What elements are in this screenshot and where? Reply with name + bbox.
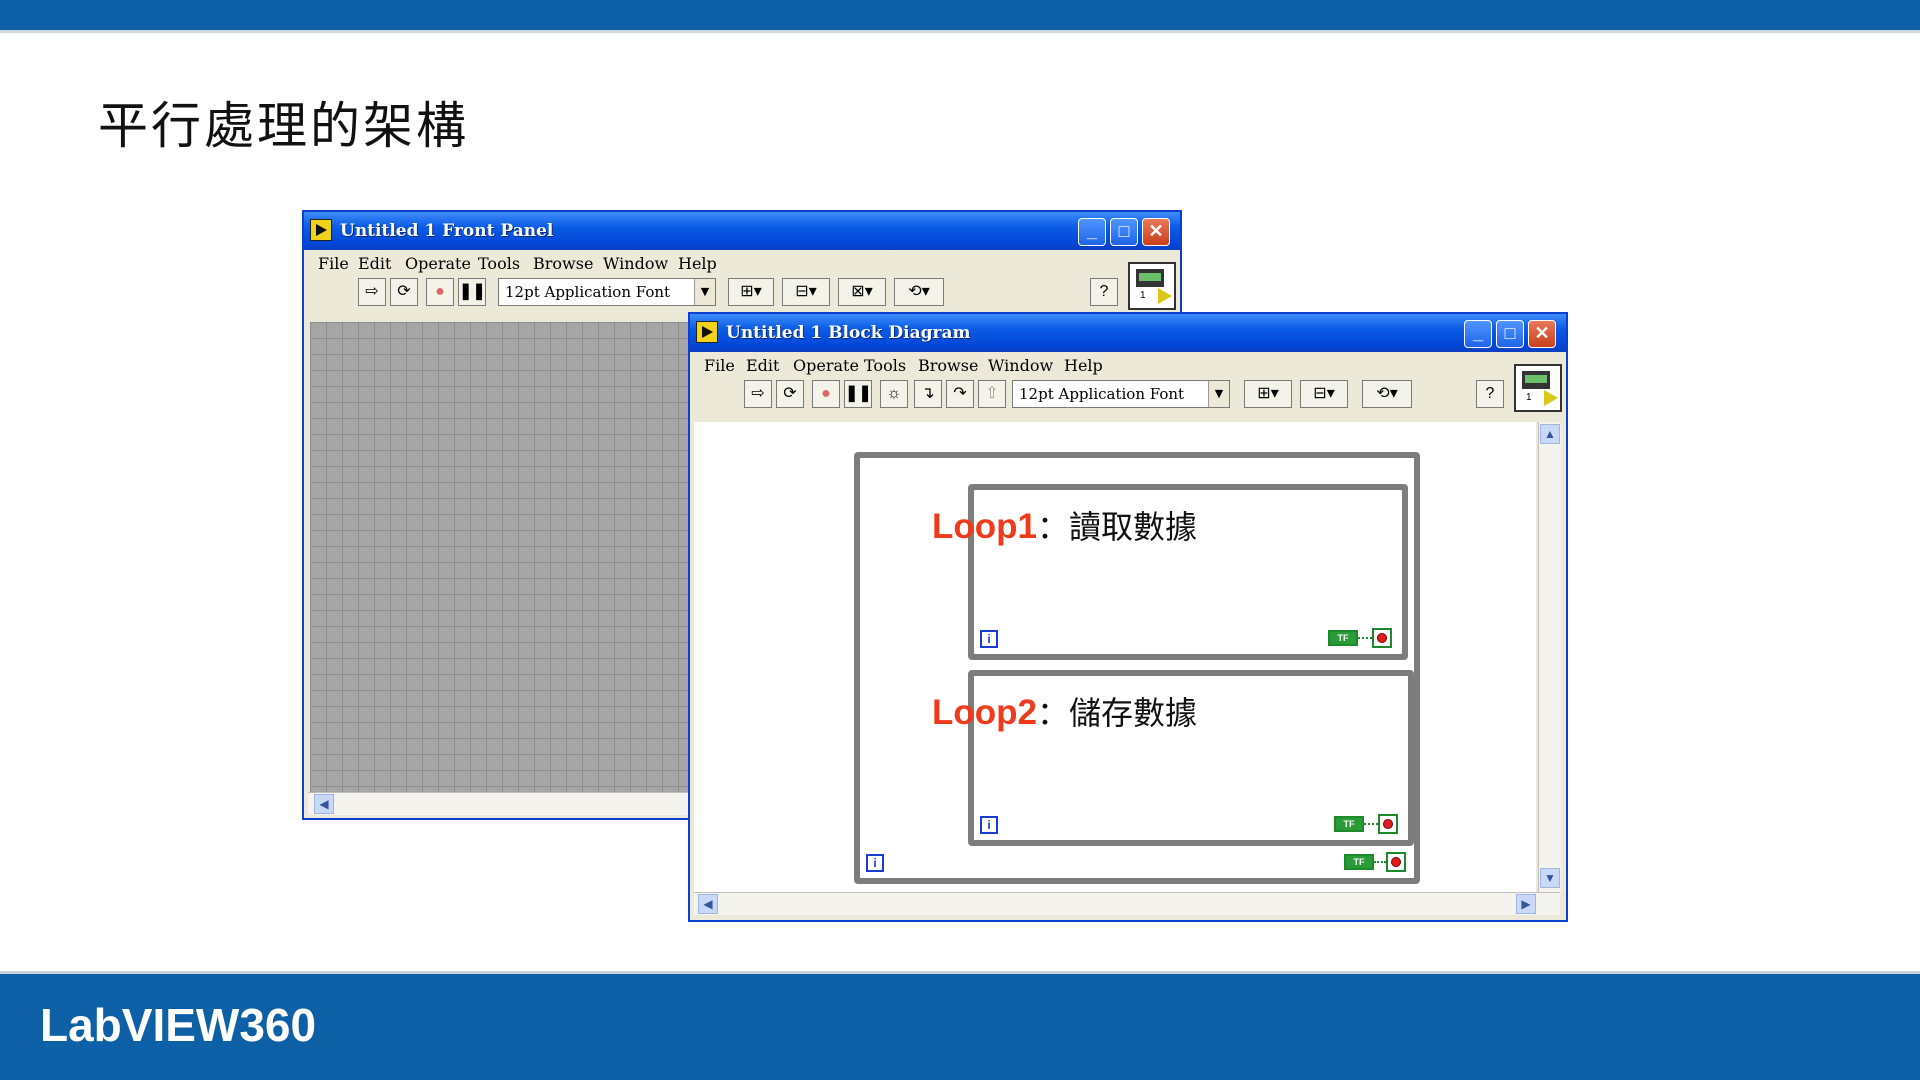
abort-icon[interactable]: ● [812, 380, 840, 408]
loop1-stop-wire [1358, 637, 1372, 639]
vi-icon[interactable]: 1 [1128, 262, 1176, 310]
help-icon[interactable]: ? [1476, 380, 1504, 408]
vi-icon-number: 1 [1526, 392, 1532, 403]
maximize-icon[interactable]: □ [1110, 218, 1138, 246]
loop1-label: Loop1：讀取數據 [932, 502, 1197, 548]
block-diagram-canvas[interactable]: i TF i TF Loop1：讀取數據 i TF Loop2：儲存數據 [694, 422, 1536, 892]
step-into-icon[interactable]: ↴ [914, 380, 942, 408]
font-selector-value: 12pt Application Font [505, 283, 671, 301]
menu-window[interactable]: Window [603, 254, 668, 273]
distribute-icon[interactable]: ⊟▾ [782, 278, 830, 306]
menu-file[interactable]: File [704, 356, 735, 375]
menu-operate[interactable]: Operate [405, 254, 471, 273]
loop1-iteration-terminal: i [980, 630, 998, 648]
slide-title: 平行處理的架構 [98, 97, 469, 155]
step-out-icon[interactable]: ⇧ [978, 380, 1006, 408]
loop2-stop-wire [1364, 823, 1378, 825]
menu-browse[interactable]: Browse [918, 356, 978, 375]
loop2-desc: ：儲存數據 [1036, 694, 1197, 732]
menu-edit[interactable]: Edit [746, 356, 779, 375]
loop1-desc: ：讀取數據 [1036, 508, 1197, 546]
outer-stop-terminal [1386, 852, 1406, 872]
align-icon[interactable]: ⊞▾ [1244, 380, 1292, 408]
close-icon[interactable]: ✕ [1142, 218, 1170, 246]
minimize-icon[interactable]: _ [1078, 218, 1106, 246]
vi-icon[interactable]: 1 [1514, 364, 1562, 412]
chevron-down-icon[interactable]: ▼ [694, 279, 715, 305]
font-selector[interactable]: 12pt Application Font ▼ [1012, 380, 1230, 408]
run-continuous-icon[interactable]: ⟳ [776, 380, 804, 408]
resize-icon[interactable]: ⊠▾ [838, 278, 886, 306]
front-panel-title: Untitled 1 Front Panel [340, 221, 554, 241]
menu-tools[interactable]: Tools [864, 356, 906, 375]
reorder-icon[interactable]: ⟲▾ [1362, 380, 1412, 408]
outer-iteration-terminal: i [866, 854, 884, 872]
menu-operate[interactable]: Operate [793, 356, 859, 375]
block-diagram-title: Untitled 1 Block Diagram [726, 323, 971, 343]
reorder-icon[interactable]: ⟲▾ [894, 278, 944, 306]
close-icon[interactable]: ✕ [1528, 320, 1556, 348]
scroll-up-icon[interactable]: ▲ [1540, 424, 1560, 444]
block-diagram-hscrollbar[interactable]: ◀ ▶ [694, 892, 1560, 915]
run-continuous-icon[interactable]: ⟳ [390, 278, 418, 306]
menu-window[interactable]: Window [988, 356, 1053, 375]
loop2-iteration-terminal: i [980, 816, 998, 834]
pause-icon[interactable]: ❚❚ [458, 278, 486, 306]
minimize-icon[interactable]: _ [1464, 320, 1492, 348]
outer-tf-constant: TF [1344, 854, 1374, 870]
slide-top-bar-shadow [0, 30, 1920, 33]
run-arrow-icon[interactable]: ⇨ [358, 278, 386, 306]
distribute-icon[interactable]: ⊟▾ [1300, 380, 1348, 408]
menu-tools[interactable]: Tools [478, 254, 520, 273]
loop2-stop-terminal [1378, 814, 1398, 834]
menu-file[interactable]: File [318, 254, 349, 273]
loop1-stop-terminal [1372, 628, 1392, 648]
chevron-down-icon[interactable]: ▼ [1208, 381, 1229, 407]
scroll-down-icon[interactable]: ▼ [1540, 868, 1560, 888]
labview-app-icon [696, 321, 718, 343]
loop1-tf-constant: TF [1328, 630, 1358, 646]
vi-icon-number: 1 [1140, 290, 1146, 301]
abort-icon[interactable]: ● [426, 278, 454, 306]
menu-help[interactable]: Help [1064, 356, 1103, 375]
outer-stop-wire [1374, 861, 1386, 863]
font-selector[interactable]: 12pt Application Font ▼ [498, 278, 716, 306]
front-panel-titlebar[interactable]: Untitled 1 Front Panel _ □ ✕ [304, 212, 1180, 250]
font-selector-value: 12pt Application Font [1019, 385, 1185, 403]
run-arrow-icon[interactable]: ⇨ [744, 380, 772, 408]
step-over-icon[interactable]: ↷ [946, 380, 974, 408]
scroll-left-icon[interactable]: ◀ [698, 894, 718, 914]
pause-icon[interactable]: ❚❚ [844, 380, 872, 408]
scroll-right-icon[interactable]: ▶ [1516, 894, 1536, 914]
block-diagram-vscrollbar[interactable]: ▲ ▼ [1538, 422, 1561, 892]
loop1-name: Loop1 [932, 507, 1037, 546]
block-diagram-titlebar[interactable]: Untitled 1 Block Diagram _ □ ✕ [690, 314, 1566, 352]
brand-logo-text: LabVIEW360 [40, 999, 317, 1051]
menu-help[interactable]: Help [678, 254, 717, 273]
loop2-label: Loop2：儲存數據 [932, 688, 1197, 734]
help-icon[interactable]: ? [1090, 278, 1118, 306]
scroll-left-icon[interactable]: ◀ [314, 794, 334, 814]
loop2-tf-constant: TF [1334, 816, 1364, 832]
align-icon[interactable]: ⊞▾ [728, 278, 774, 306]
menu-browse[interactable]: Browse [533, 254, 593, 273]
loop2-name: Loop2 [932, 693, 1037, 732]
labview-app-icon [310, 219, 332, 241]
slide-top-bar [0, 0, 1920, 30]
highlight-execution-icon[interactable]: ☼ [880, 380, 908, 408]
menu-edit[interactable]: Edit [358, 254, 391, 273]
maximize-icon[interactable]: □ [1496, 320, 1524, 348]
block-diagram-window: Untitled 1 Block Diagram _ □ ✕ File Edit… [688, 312, 1568, 922]
